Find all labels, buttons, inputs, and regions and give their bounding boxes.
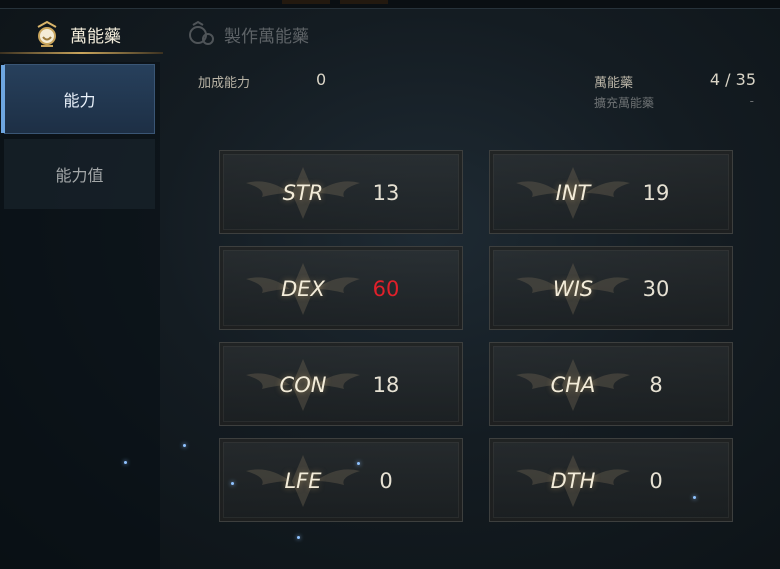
stat-value: 0 bbox=[649, 469, 663, 493]
stat-value: 30 bbox=[642, 277, 670, 301]
potion-count-value: 4 / 35 bbox=[709, 70, 756, 89]
sidebar-item-ability[interactable]: 能力 bbox=[1, 64, 155, 134]
stat-card-cha: CHA 8 bbox=[489, 342, 733, 426]
potion-icon bbox=[32, 19, 62, 49]
stat-value: 19 bbox=[642, 181, 670, 205]
sparkle-particle bbox=[231, 482, 234, 485]
stat-card-dth: DTH 0 bbox=[489, 438, 733, 522]
tab-potion-label: 萬能藥 bbox=[70, 26, 121, 47]
tab-bar: 萬能藥 製作萬能藥 bbox=[0, 8, 780, 54]
sparkle-particle bbox=[183, 444, 186, 447]
stat-value: 18 bbox=[372, 373, 400, 397]
stat-card-con: CON 18 bbox=[219, 342, 463, 426]
stat-name: WIS bbox=[552, 277, 594, 301]
sidebar-item-label: 能力值 bbox=[55, 166, 104, 185]
top-frame-notch bbox=[340, 0, 388, 4]
stat-card-dex: DEX 60 bbox=[219, 246, 463, 330]
stat-name: LFE bbox=[284, 469, 322, 493]
active-tab-underline bbox=[0, 52, 163, 54]
tab-craft-potion[interactable]: 製作萬能藥 bbox=[186, 16, 309, 52]
stat-name: DEX bbox=[281, 277, 325, 301]
stat-name: DTH bbox=[550, 469, 596, 493]
tab-craft-potion-label: 製作萬能藥 bbox=[224, 26, 309, 47]
expand-potion-value: - bbox=[749, 94, 754, 108]
stat-card-lfe: LFE 0 bbox=[219, 438, 463, 522]
stat-value: 0 bbox=[379, 469, 393, 493]
stat-name: CHA bbox=[550, 373, 596, 397]
craft-potion-icon bbox=[186, 19, 216, 49]
bonus-ability-value: 0 bbox=[316, 70, 327, 89]
sparkle-particle bbox=[693, 496, 696, 499]
sidebar-item-label: 能力 bbox=[63, 91, 96, 110]
stat-value: 8 bbox=[649, 373, 663, 397]
stat-card-int: INT 19 bbox=[489, 150, 733, 234]
sidebar: 能力 能力值 bbox=[0, 62, 160, 569]
tab-potion[interactable]: 萬能藥 bbox=[32, 16, 121, 52]
stat-value: 60 bbox=[372, 277, 400, 301]
stat-card-wis: WIS 30 bbox=[489, 246, 733, 330]
stat-value: 13 bbox=[372, 181, 400, 205]
bonus-ability-label: 加成能力 bbox=[198, 76, 251, 91]
expand-potion-label: 擴充萬能藥 bbox=[594, 96, 655, 110]
stat-card-str: STR 13 bbox=[219, 150, 463, 234]
stat-name: STR bbox=[282, 181, 324, 205]
sparkle-particle bbox=[297, 536, 300, 539]
top-frame-notch bbox=[282, 0, 330, 4]
potion-count-label: 萬能藥 bbox=[594, 76, 634, 91]
sparkle-particle bbox=[357, 462, 360, 465]
stat-name: INT bbox=[555, 181, 591, 205]
sparkle-particle bbox=[124, 461, 127, 464]
sidebar-item-ability-value[interactable]: 能力值 bbox=[4, 139, 155, 209]
stat-name: CON bbox=[279, 373, 327, 397]
